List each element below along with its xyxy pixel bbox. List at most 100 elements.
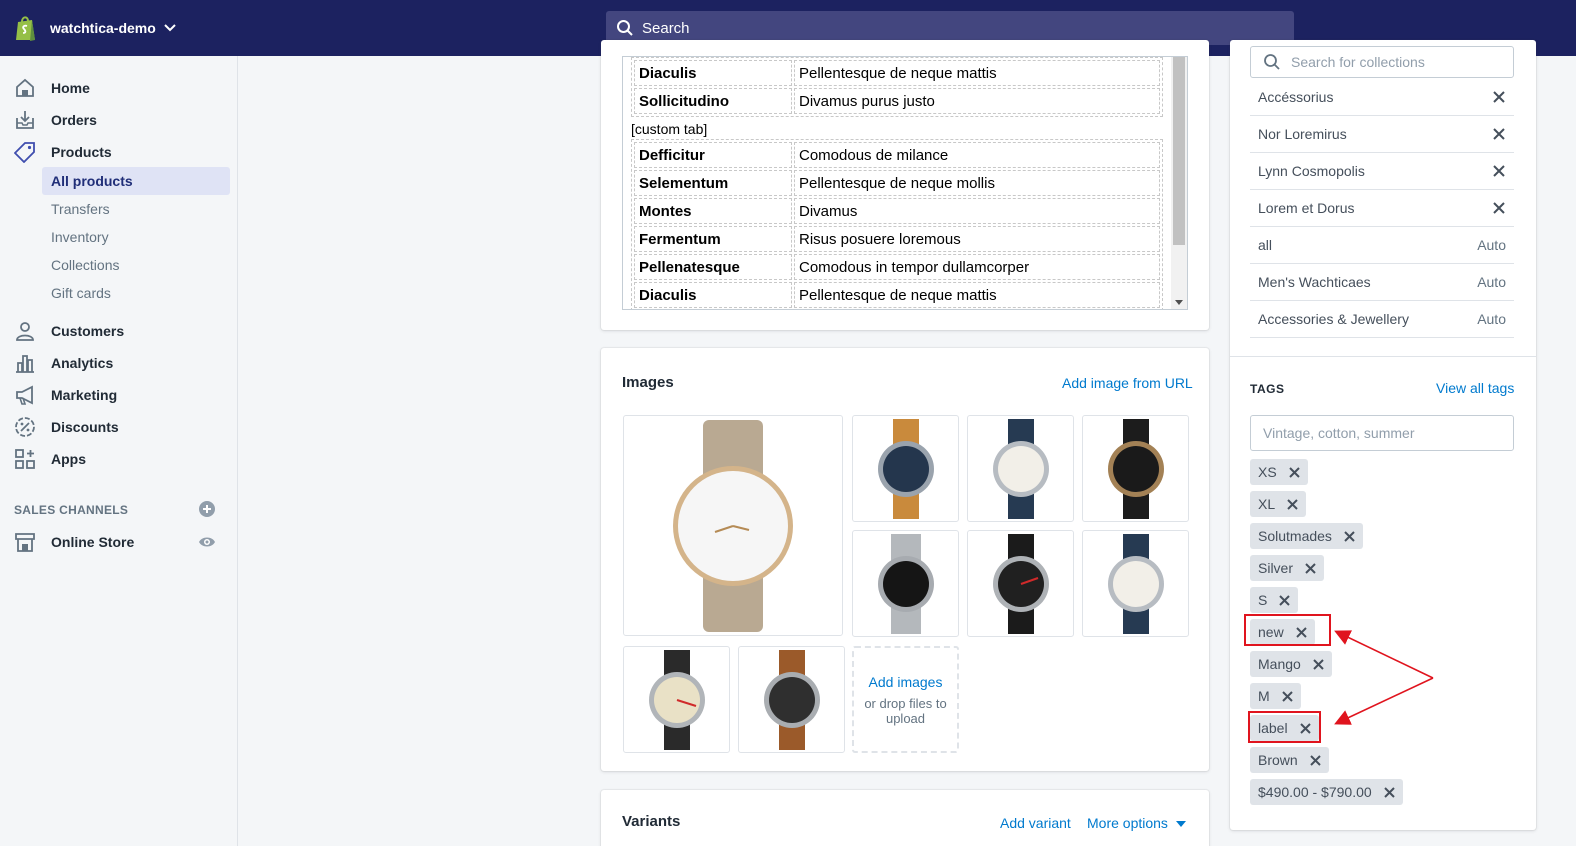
tag-chip: Brown [1250, 747, 1329, 773]
spec-value: Comodous de milance [794, 142, 1160, 168]
tag-chip: $490.00 - $790.00 [1250, 779, 1403, 805]
close-icon[interactable] [1313, 658, 1324, 670]
sidebar-item-label: Discounts [51, 419, 119, 435]
scroll-down-arrow-icon[interactable] [1175, 300, 1183, 305]
collection-item: Accessories & Jewellery Auto [1250, 301, 1514, 338]
sidebar-item-home[interactable]: Home [14, 73, 90, 103]
tag-label: S [1258, 592, 1268, 608]
spec-key: Sollicitudino [634, 88, 792, 114]
watch-image [1107, 533, 1164, 634]
tag-chip: M [1250, 683, 1301, 709]
sidebar-item-customers[interactable]: Customers [14, 316, 124, 346]
close-icon[interactable] [1279, 594, 1291, 606]
spec-value: Risus posuere loremous [794, 226, 1160, 252]
product-image[interactable] [967, 530, 1074, 637]
tag-chip: Solutmades [1250, 523, 1363, 549]
close-icon[interactable] [1287, 498, 1298, 510]
sidebar-item-label: Marketing [51, 387, 118, 403]
image-dropzone[interactable]: Add images or drop files to upload [852, 646, 959, 753]
product-image[interactable] [967, 415, 1074, 522]
collection-item: Nor Loremirus [1250, 116, 1514, 153]
dropzone-hint: or drop files to upload [864, 695, 947, 726]
megaphone-icon [16, 385, 33, 405]
close-icon[interactable] [1309, 754, 1321, 766]
close-icon[interactable] [1492, 164, 1506, 178]
spec-key: Defficitur [634, 142, 792, 168]
spec-key: Diaculis [634, 282, 792, 308]
eye-icon[interactable] [198, 533, 216, 551]
add-sales-channel-icon[interactable] [198, 500, 216, 518]
tag-label: Brown [1258, 752, 1298, 768]
more-options-link[interactable]: More options [1087, 815, 1186, 831]
watch-image [877, 418, 934, 519]
spec-value: Divamus purus justo [794, 88, 1160, 114]
sidebar-sub-collections[interactable]: Collections [42, 251, 230, 279]
sidebar-item-label: Apps [51, 451, 86, 467]
sidebar-item-online-store[interactable]: Online Store [14, 527, 134, 557]
sidebar-item-label: Products [51, 144, 112, 160]
sidebar-item-apps[interactable]: Apps [14, 444, 86, 474]
close-icon[interactable] [1492, 201, 1506, 215]
product-image[interactable] [852, 530, 959, 637]
scrollbar-thumb[interactable] [1173, 57, 1185, 245]
spec-key: Montes [634, 198, 792, 224]
tag-label: XS [1258, 464, 1277, 480]
tag-icon [14, 142, 35, 163]
orders-icon [16, 111, 34, 129]
collection-auto-label: Auto [1477, 311, 1506, 327]
add-variant-link[interactable]: Add variant [1000, 815, 1071, 831]
sub-item-label: Transfers [51, 201, 110, 217]
sidebar-item-marketing[interactable]: Marketing [14, 380, 117, 410]
close-icon[interactable] [1383, 786, 1395, 798]
sidebar-sub-all-products[interactable]: All products [42, 167, 230, 195]
tags-input[interactable]: Vintage, cotton, summer [1250, 415, 1514, 451]
sidebar-sub-inventory[interactable]: Inventory [42, 223, 230, 251]
tag-chip: S [1250, 587, 1299, 613]
variants-title: Variants [622, 813, 681, 830]
close-icon[interactable] [1281, 690, 1293, 702]
collection-item: Lynn Cosmopolis [1250, 153, 1514, 190]
description-editor[interactable]: Diaculis Pellentesque de neque mattis Sol… [622, 56, 1188, 310]
sidebar-sub-gift-cards[interactable]: Gift cards [42, 279, 230, 307]
sidebar-item-discounts[interactable]: Discounts [14, 412, 119, 442]
close-icon[interactable] [1344, 530, 1355, 542]
product-image[interactable] [738, 646, 845, 753]
discount-icon [15, 417, 35, 437]
close-icon[interactable] [1288, 466, 1300, 478]
store-switcher[interactable]: watchtica-demo [14, 12, 176, 44]
collection-name: Accessories & Jewellery [1258, 311, 1409, 327]
search-placeholder: Search [642, 19, 690, 37]
product-image-featured[interactable] [623, 415, 843, 636]
watch-image [1107, 418, 1164, 519]
spec-key: Pellenatesque [634, 254, 792, 280]
tags-input-placeholder: Vintage, cotton, summer [1263, 425, 1415, 441]
sub-item-label: All products [51, 173, 133, 189]
product-image[interactable] [1082, 530, 1189, 637]
collections-search-input[interactable]: Search for collections [1250, 46, 1514, 78]
product-image[interactable] [852, 415, 959, 522]
collection-name: Nor Loremirus [1258, 126, 1347, 142]
view-all-tags-link[interactable]: View all tags [1436, 380, 1514, 396]
tag-label: M [1258, 688, 1270, 704]
sidebar-sub-transfers[interactable]: Transfers [42, 195, 230, 223]
tag-chip: XS [1250, 459, 1308, 485]
spec-value: Comodous in tempor dullamcorper [794, 254, 1160, 280]
tag-chip: XL [1250, 491, 1307, 517]
close-icon[interactable] [1492, 127, 1506, 141]
table-row: Diaculis Pellentesque de neque mattis [634, 60, 1160, 86]
collection-name: Lynn Cosmopolis [1258, 163, 1365, 179]
add-image-from-url-link[interactable]: Add image from URL [1062, 375, 1193, 391]
product-image[interactable] [1082, 415, 1189, 522]
sub-item-label: Gift cards [51, 285, 111, 301]
tags-heading: TAGS [1250, 382, 1285, 396]
add-images-link[interactable]: Add images [869, 674, 943, 690]
editor-scrollbar[interactable] [1171, 57, 1187, 309]
sidebar-item-analytics[interactable]: Analytics [14, 348, 113, 378]
close-icon[interactable] [1492, 90, 1506, 104]
tag-chip: Silver [1250, 555, 1325, 581]
product-image[interactable] [623, 646, 730, 753]
sidebar-item-products[interactable]: Products [14, 137, 112, 167]
sidebar-item-orders[interactable]: Orders [14, 105, 97, 135]
tag-label: XL [1258, 496, 1276, 512]
close-icon[interactable] [1305, 562, 1316, 574]
